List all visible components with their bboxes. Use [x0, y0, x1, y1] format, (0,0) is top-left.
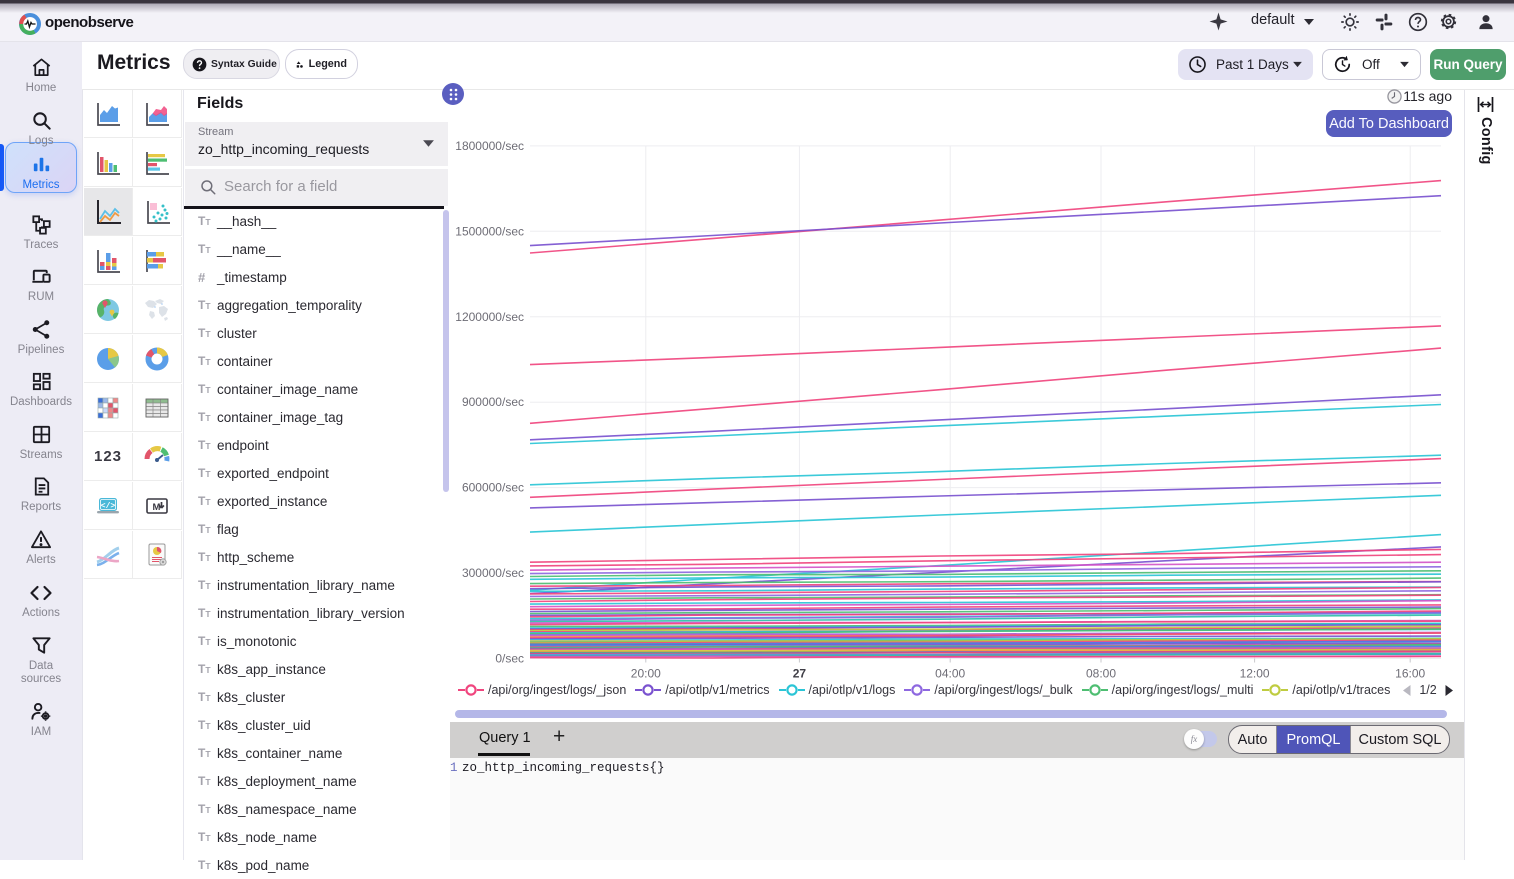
svg-text:M: M: [153, 502, 161, 513]
svg-text:08:00: 08:00: [1086, 667, 1116, 681]
svg-text:12:00: 12:00: [1240, 667, 1270, 681]
svg-text:900000/sec: 900000/sec: [462, 395, 524, 409]
svg-text:1200000/sec: 1200000/sec: [455, 310, 524, 324]
svg-text:20:00: 20:00: [631, 667, 661, 681]
svg-text:1800000/sec: 1800000/sec: [455, 139, 524, 153]
svg-text:0/sec: 0/sec: [495, 652, 524, 666]
svg-text:1500000/sec: 1500000/sec: [455, 224, 524, 238]
svg-text:600000/sec: 600000/sec: [462, 481, 524, 495]
svg-text:27: 27: [793, 667, 807, 681]
svg-text:04:00: 04:00: [935, 667, 965, 681]
svg-text:16:00: 16:00: [1395, 667, 1425, 681]
svg-text:</>: </>: [101, 501, 116, 510]
svg-text:300000/sec: 300000/sec: [462, 566, 524, 580]
